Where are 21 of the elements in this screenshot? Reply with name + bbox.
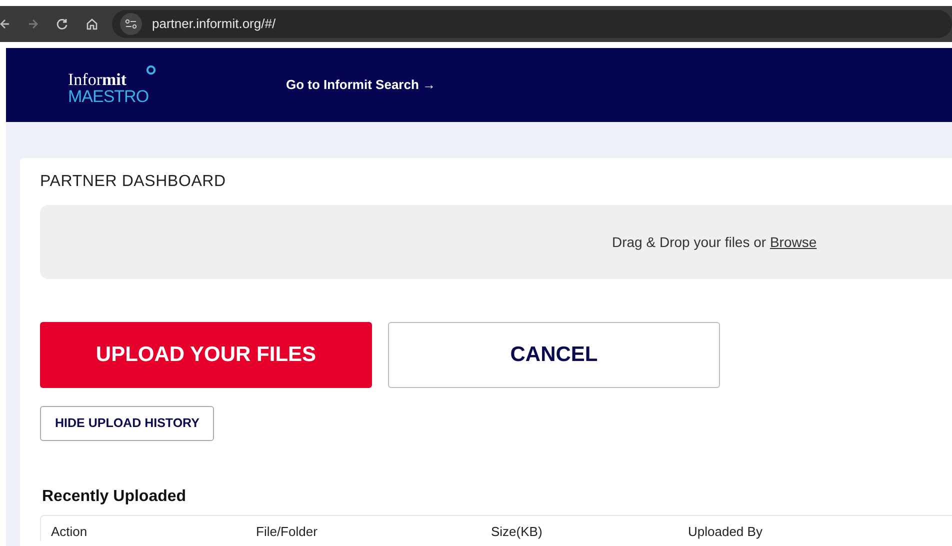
- home-icon[interactable]: [86, 18, 98, 30]
- reload-icon[interactable]: [56, 18, 68, 30]
- drop-zone-text: Drag & Drop your files or Browse: [612, 232, 817, 252]
- site-settings-icon[interactable]: [120, 13, 142, 35]
- informit-search-link[interactable]: Go to Informit Search →: [286, 75, 436, 95]
- column-header: Size(KB): [491, 522, 544, 541]
- dashboard-title: PARTNER DASHBOARD: [40, 172, 227, 192]
- section-title: Recently Uploaded: [42, 486, 188, 507]
- hide-upload-history-button[interactable]: HIDE UPLOAD HISTORY: [40, 406, 214, 441]
- logo[interactable]: Informit MAESTRO: [68, 65, 158, 105]
- url-text: partner.informit.org/#/: [152, 15, 276, 34]
- column-header: File/Folder: [256, 522, 318, 541]
- forward-icon[interactable]: [28, 18, 38, 30]
- back-icon[interactable]: [0, 18, 10, 30]
- column-header: Uploaded By: [688, 522, 764, 541]
- cancel-button[interactable]: CANCEL: [388, 322, 720, 388]
- browse-link[interactable]: Browse: [770, 234, 817, 250]
- drop-zone[interactable]: Drag & Drop your files or Browse: [40, 205, 952, 280]
- column-header: Action: [51, 522, 88, 541]
- upload-button[interactable]: UPLOAD YOUR FILES: [40, 322, 372, 388]
- address-bar[interactable]: partner.informit.org/#/: [112, 10, 952, 38]
